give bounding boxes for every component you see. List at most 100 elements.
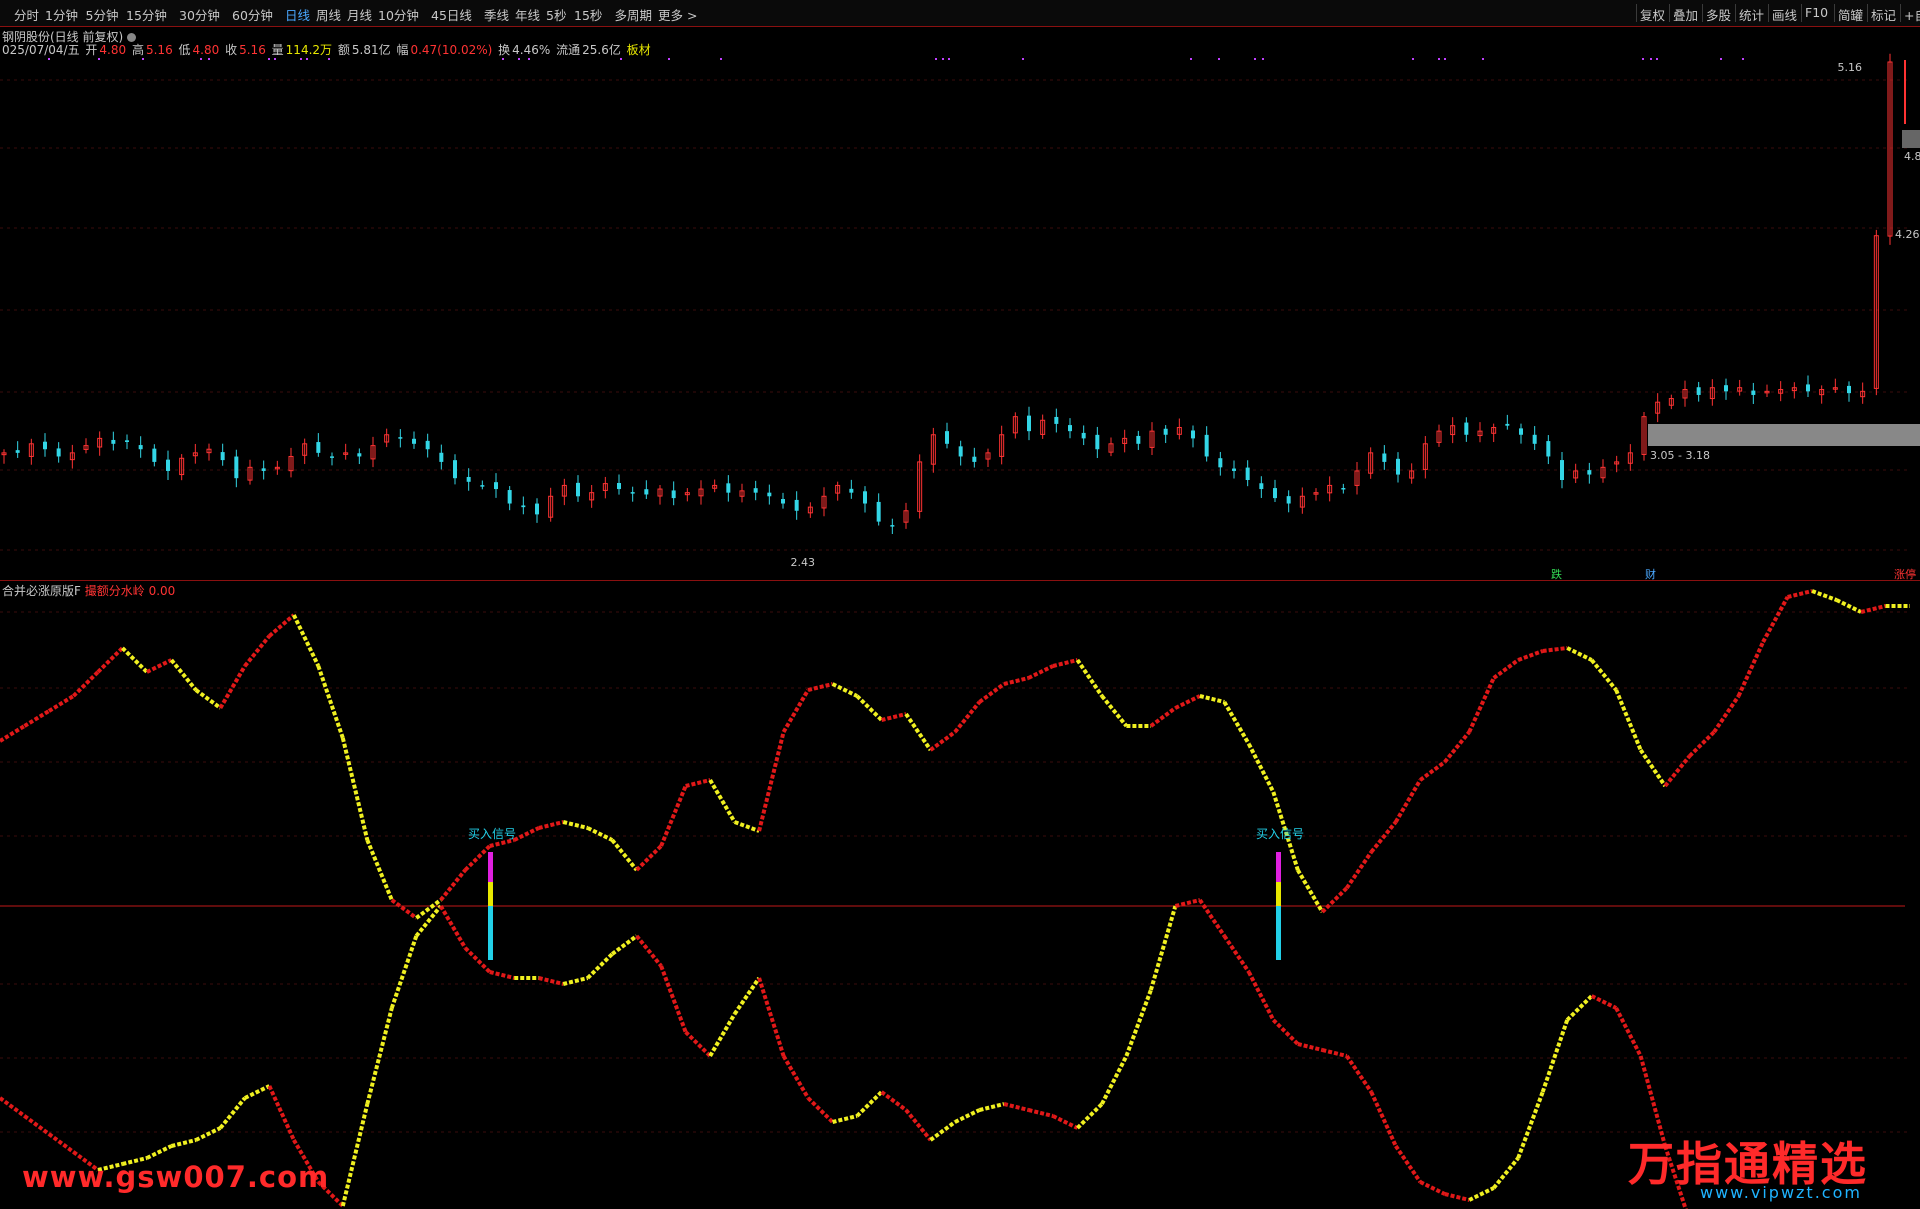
period-tab-2[interactable]: 5分钟	[86, 5, 119, 24]
toolbar-separator	[1801, 4, 1802, 22]
candle-body-down	[617, 482, 621, 490]
candle-body-up	[69, 452, 75, 461]
close-value: 5.16	[239, 43, 266, 57]
pane-divider	[0, 580, 1920, 581]
period-tab-4[interactable]: 30分钟	[179, 5, 220, 24]
event-dot	[328, 58, 330, 60]
period-tab-1[interactable]: 1分钟	[45, 5, 78, 24]
watermark-left: www.gsw007.com	[22, 1160, 330, 1194]
event-dot	[142, 58, 144, 60]
period-tab-13[interactable]: 5秒	[546, 5, 566, 24]
period-tab-10[interactable]: 45日线	[431, 5, 472, 24]
upper-line-segment	[586, 826, 614, 842]
event-dot	[1218, 58, 1220, 60]
lower-line-segment	[806, 1096, 834, 1124]
upper-line-segment	[831, 682, 858, 698]
candle-body-down	[1054, 416, 1059, 424]
candle-body-up	[1614, 461, 1620, 465]
upper-line-segment	[807, 682, 834, 692]
tool-button-3[interactable]: 统计	[1739, 5, 1764, 24]
upper-line-segment	[1492, 658, 1520, 680]
tool-button-7[interactable]: 标记	[1871, 5, 1896, 24]
buy-signal-bar-top	[1276, 852, 1281, 882]
tool-button-4[interactable]: 画线	[1772, 5, 1797, 24]
period-toolbar: 分时 1分钟 5分钟 15分钟 30分钟 60分钟 日线 周线 月线 10分钟 45日线 季线 年线 5秒…	[0, 0, 1920, 27]
candle-body-down	[1382, 453, 1387, 462]
upper-line-segment	[243, 634, 271, 668]
candle-body-up	[1778, 389, 1784, 394]
float-value: 25.6亿	[582, 43, 621, 57]
tool-button-1[interactable]: 叠加	[1673, 5, 1698, 24]
period-tab-11[interactable]: 季线	[484, 5, 509, 24]
period-tab-7[interactable]: 周线	[316, 5, 341, 24]
lower-line-segment	[1565, 994, 1594, 1022]
sector-label[interactable]: 板材	[627, 43, 651, 57]
lower-line-segment	[0, 1096, 26, 1118]
lower-line-segment	[1321, 1048, 1348, 1058]
event-dot	[720, 58, 722, 60]
upper-line-segment	[781, 688, 810, 734]
candle-body-down	[753, 488, 758, 493]
period-tab-15[interactable]: 多周期	[615, 5, 653, 24]
upper-line-segment	[1787, 589, 1813, 599]
candle-body-up	[1682, 389, 1688, 399]
volume-label: 量	[271, 43, 284, 57]
lower-line-segment	[47, 1132, 75, 1154]
candle-body-down	[1847, 385, 1851, 394]
lower-line-segment	[757, 977, 786, 1057]
lower-line-segment	[781, 1054, 810, 1100]
candle-body-up	[1176, 427, 1182, 435]
candle-body-down	[972, 456, 977, 462]
tool-button-2[interactable]: 多股	[1706, 5, 1731, 24]
candle-body-down	[849, 488, 854, 493]
lower-line-segment	[1174, 898, 1201, 908]
event-marker-finance: 财	[1645, 567, 1656, 581]
period-tab-5[interactable]: 60分钟	[232, 5, 273, 24]
lower-line-segment	[1444, 1192, 1470, 1202]
upper-line-segment	[881, 712, 907, 722]
candle-body-down	[1751, 390, 1756, 395]
event-dot	[1642, 58, 1644, 60]
upper-line-segment	[1247, 743, 1276, 793]
period-tab-12[interactable]: 年线	[515, 5, 540, 24]
tool-button-5[interactable]: F10	[1805, 5, 1828, 20]
event-dot	[1254, 58, 1256, 60]
period-tab-6[interactable]: 日线	[285, 5, 310, 24]
lower-line-segment	[586, 952, 614, 980]
lower-line-segment	[1222, 934, 1251, 974]
upper-line-segment	[1052, 658, 1078, 668]
lower-line-segment	[1540, 1019, 1570, 1093]
candle-body-down	[644, 489, 649, 495]
event-dot	[1022, 58, 1024, 60]
event-dot	[528, 58, 530, 60]
lower-line-segment	[218, 1096, 247, 1130]
tool-button-8[interactable]: +自	[1904, 5, 1920, 24]
event-dot	[1262, 58, 1264, 60]
period-tab-8[interactable]: 月线	[347, 5, 372, 24]
period-tab-9[interactable]: 10分钟	[378, 5, 419, 24]
tool-button-0[interactable]: 复权	[1640, 5, 1665, 24]
candle-body-down	[43, 441, 47, 450]
candle-body-up	[1, 452, 7, 456]
upper-line-segment	[96, 646, 124, 674]
indicator-name[interactable]: 合并必涨原版F	[2, 584, 81, 598]
upper-line-segment	[1027, 664, 1054, 680]
candle-body-up	[835, 484, 841, 494]
candle-body-down	[890, 525, 895, 527]
period-tab-0[interactable]: 分时	[14, 5, 39, 24]
close-label: 收	[225, 43, 238, 57]
period-tab-14[interactable]: 15秒	[574, 5, 602, 24]
tool-button-6[interactable]: 简罐	[1838, 5, 1863, 24]
candle-body-down	[1546, 441, 1551, 457]
period-tab-3[interactable]: 15分钟	[126, 5, 167, 24]
candle-body-up	[1709, 387, 1715, 400]
upper-line-segment	[292, 614, 321, 667]
lower-line-segment	[979, 1102, 1005, 1112]
candle-body-down	[220, 452, 225, 461]
period-tab-16[interactable]: 更多 >	[658, 5, 697, 24]
upper-line-segment	[1566, 646, 1593, 662]
candle-body-down	[1505, 423, 1510, 426]
upper-line-segment	[659, 785, 688, 847]
buy-signal-bar-bottom	[1276, 906, 1281, 960]
candle-body-down	[1464, 422, 1469, 435]
